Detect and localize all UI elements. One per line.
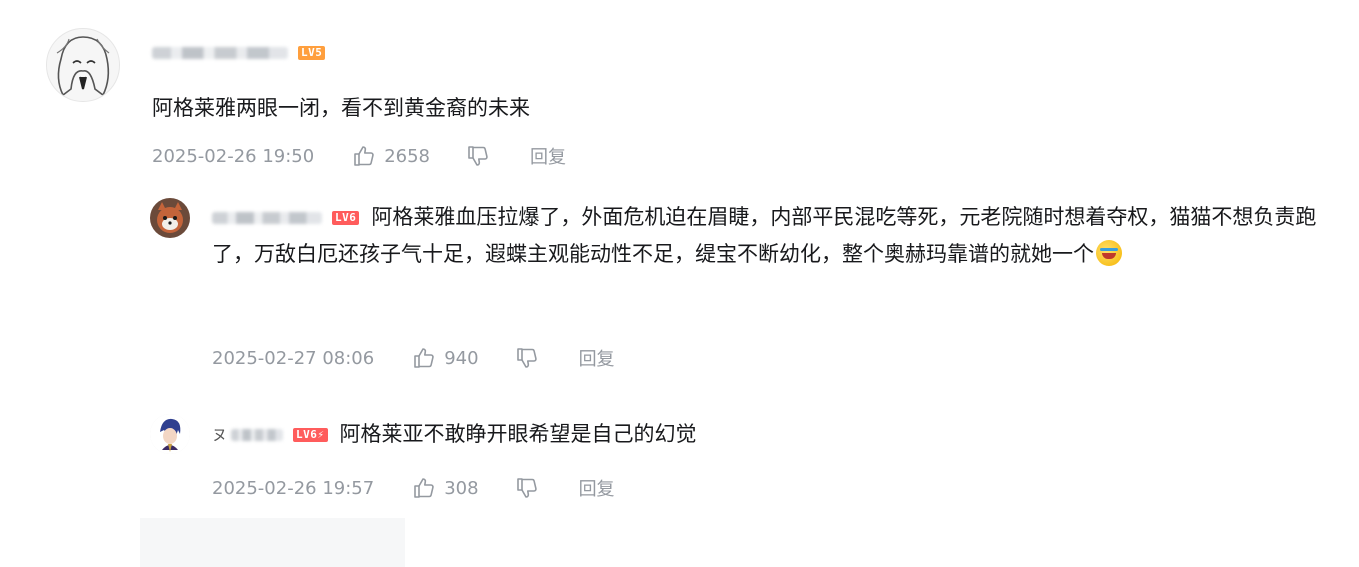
comment-thread: LV5 阿格莱雅两眼一闭，看不到黄金裔的未来 2025-02-26 19:50 … <box>0 0 1359 567</box>
reply-body: LV6 阿格莱雅血压拉爆了，外面危机迫在眉睫，内部平民混吃等死，元老院随时想着夺… <box>212 199 1319 273</box>
reply-meta: 2025-02-27 08:06 940 回复 <box>212 344 615 372</box>
thumbs-down-icon <box>468 146 488 166</box>
username-prefix: ヌ <box>212 425 228 444</box>
dislike-button[interactable] <box>466 144 490 168</box>
reply-content: 阿格莱雅血压拉爆了，外面危机迫在眉睫，内部平民混吃等死，元老院随时想着夺权，猫猫… <box>212 205 1317 266</box>
reply-username[interactable]: ヌ LV6⚡ <box>212 417 328 454</box>
reply-body: ヌ LV6⚡ 阿格莱亚不敢睁开眼希望是自己的幻觉 <box>212 416 1319 454</box>
like-button[interactable]: 308 <box>412 476 479 500</box>
thumbs-up-icon <box>414 478 434 498</box>
reply-username[interactable]: LV6 <box>212 211 360 225</box>
dislike-button[interactable] <box>515 476 539 500</box>
comment-content: 阿格莱雅两眼一闭，看不到黄金裔的未来 <box>152 96 530 120</box>
dislike-button[interactable] <box>515 346 539 370</box>
like-count: 2658 <box>384 145 431 167</box>
reply-content: 阿格莱亚不敢睁开眼希望是自己的幻觉 <box>339 422 697 446</box>
blurred-username[interactable] <box>152 47 288 59</box>
thumbs-down-icon <box>516 478 537 498</box>
reply-avatar[interactable] <box>150 414 190 454</box>
like-button[interactable]: 940 <box>412 346 479 370</box>
level-badge: LV6⚡ <box>293 428 328 442</box>
reply-time: 2025-02-27 08:06 <box>212 347 375 369</box>
reply-avatar[interactable] <box>150 198 190 238</box>
avatar[interactable] <box>46 28 120 102</box>
blurred-username[interactable] <box>231 429 284 441</box>
username[interactable]: LV5 <box>152 40 326 66</box>
level-badge: LV5 <box>298 46 326 60</box>
comment-time: 2025-02-26 19:50 <box>152 145 315 167</box>
loading-placeholder <box>140 518 405 567</box>
reply-button[interactable]: 回复 <box>530 143 566 169</box>
reply-button[interactable]: 回复 <box>579 475 615 501</box>
thumbs-down-icon <box>516 348 537 368</box>
blurred-username[interactable] <box>212 212 322 224</box>
like-button[interactable]: 2658 <box>352 144 430 168</box>
reply-button[interactable]: 回复 <box>579 345 615 371</box>
crying-laugh-emoji-icon <box>1096 240 1122 266</box>
comment-meta: 2025-02-26 19:50 2658 回复 <box>152 142 566 170</box>
level-badge: LV6 <box>332 211 360 225</box>
thumbs-up-icon <box>354 146 374 166</box>
like-count: 308 <box>444 477 479 499</box>
thumbs-up-icon <box>414 348 434 368</box>
reply-time: 2025-02-26 19:57 <box>212 477 375 499</box>
reply-meta: 2025-02-26 19:57 308 回复 <box>212 474 615 502</box>
like-count: 940 <box>444 347 479 369</box>
